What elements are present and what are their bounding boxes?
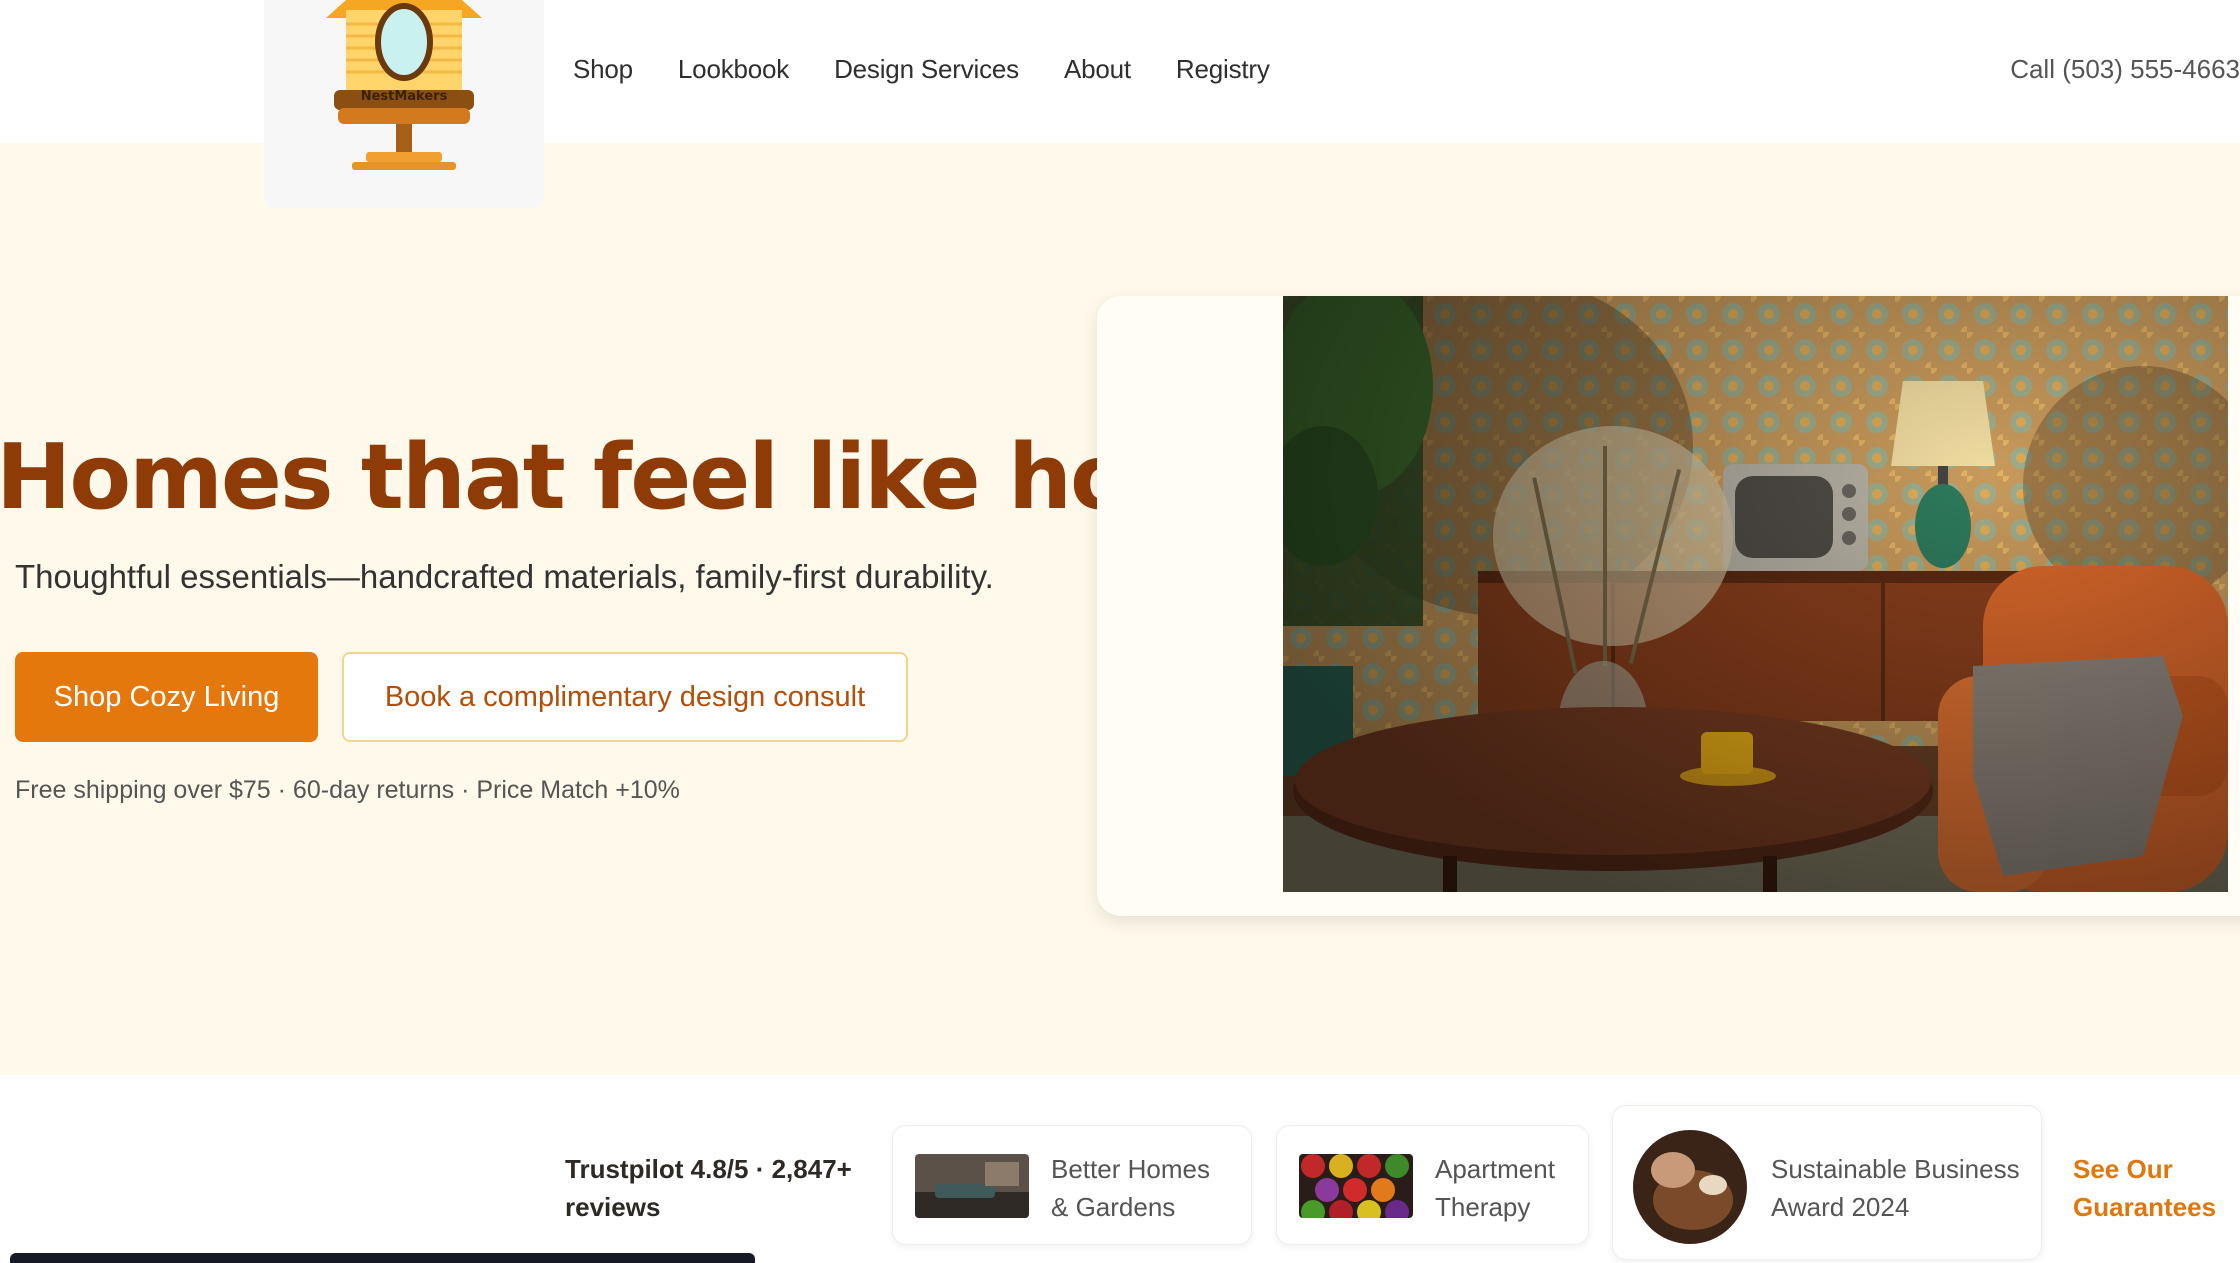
press-label: Sustainable Business Award 2024: [1771, 1150, 2020, 1226]
apartment-therapy-thumbnail: [1299, 1154, 1413, 1218]
better-homes-thumbnail: [915, 1154, 1029, 1218]
see-our-guarantees-line2: Guarantees: [2073, 1192, 2217, 1222]
main-nav: Shop Lookbook Design Services About Regi…: [573, 54, 1315, 85]
see-our-guarantees-line1: See Our: [2073, 1154, 2173, 1184]
press-label-line1: Better Homes: [1051, 1154, 1210, 1184]
press-label-line2: Therapy: [1435, 1192, 1531, 1222]
award-thumbnail: [1633, 1130, 1747, 1244]
trustpilot-rating-line2: reviews: [565, 1192, 661, 1222]
press-card-better-homes: Better Homes & Gardens: [892, 1125, 1252, 1245]
press-label-line2: Award 2024: [1771, 1192, 1910, 1222]
book-consult-button[interactable]: Book a complimentary design consult: [342, 652, 908, 742]
nav-about[interactable]: About: [1064, 54, 1131, 85]
hero-section: Homes that feel like home. Thoughtful es…: [0, 143, 2240, 1075]
press-label: Apartment Therapy: [1435, 1150, 1555, 1226]
brand-logo-text: NestMakers: [360, 89, 448, 104]
hero-subtitle: Thoughtful essentials—handcrafted materi…: [15, 558, 994, 595]
bottom-edge-bar: [10, 1253, 755, 1263]
hero-living-room-image: [1283, 296, 2228, 892]
nav-registry[interactable]: Registry: [1176, 54, 1270, 85]
shop-cozy-living-button[interactable]: Shop Cozy Living: [15, 652, 318, 742]
award-card-sustainable-business: Sustainable Business Award 2024: [1612, 1105, 2042, 1260]
phone-link[interactable]: Call (503) 555-4663: [2010, 54, 2240, 85]
nav-shop[interactable]: Shop: [573, 54, 633, 85]
press-label-line1: Apartment: [1435, 1154, 1555, 1184]
press-label-line1: Sustainable Business: [1771, 1154, 2020, 1184]
nav-lookbook[interactable]: Lookbook: [678, 54, 789, 85]
trustpilot-rating-line1: Trustpilot 4.8/5 · 2,847+: [565, 1154, 852, 1184]
press-card-apartment-therapy: Apartment Therapy: [1276, 1125, 1589, 1245]
nav-design-services[interactable]: Design Services: [834, 54, 1019, 85]
trustpilot-rating: Trustpilot 4.8/5 · 2,847+ reviews: [565, 1150, 865, 1226]
press-label-line2: & Gardens: [1051, 1192, 1176, 1222]
press-label: Better Homes & Gardens: [1051, 1150, 1210, 1226]
see-our-guarantees-link[interactable]: See Our Guarantees: [2073, 1150, 2216, 1226]
brand-logo[interactable]: NestMakers: [264, 0, 544, 208]
hero-shipping-note: Free shipping over $75 · 60-day returns …: [15, 776, 680, 804]
